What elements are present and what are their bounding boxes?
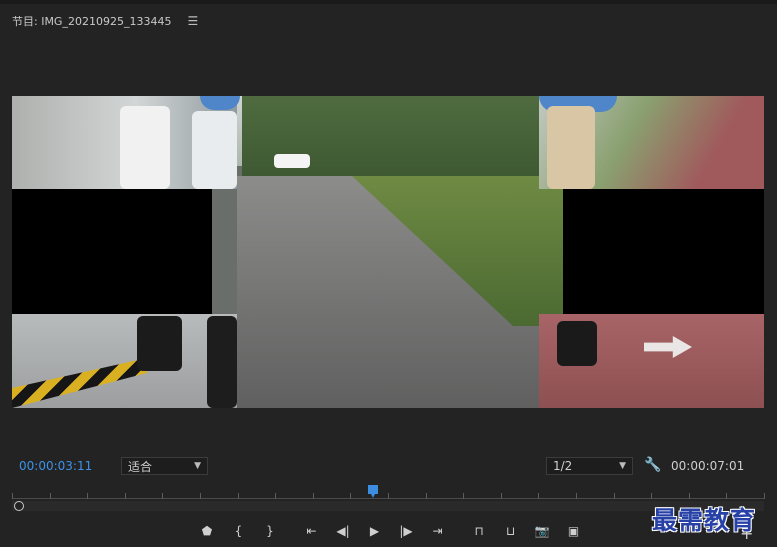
comparison-view-button[interactable]: ▣ — [562, 521, 586, 541]
panel-title[interactable]: 节目: IMG_20210925_133445 — [12, 13, 171, 29]
wrench-icon[interactable]: 🔧 — [644, 457, 661, 475]
go-to-in-button[interactable]: ⇤ — [300, 521, 324, 541]
hamburger-menu-icon[interactable]: ☰ — [187, 14, 198, 28]
playback-resolution-value: 1/2 — [553, 459, 573, 473]
ruler-tick — [124, 493, 126, 499]
ruler-tick — [613, 493, 615, 499]
ruler-tick — [49, 493, 51, 499]
ruler-tick — [538, 493, 540, 499]
scene-person — [547, 106, 595, 189]
go-to-out-button[interactable]: ⇥ — [426, 521, 450, 541]
scene-person — [120, 106, 170, 189]
mark-in-button[interactable]: { — [227, 521, 251, 541]
scene-person — [207, 316, 237, 408]
black-tile-left — [12, 189, 212, 314]
ruler-tick — [500, 493, 502, 499]
scene-car — [274, 154, 310, 168]
ruler-tick — [237, 493, 239, 499]
ruler-tick — [275, 493, 277, 499]
scene-person — [192, 111, 237, 189]
ruler-tick — [651, 493, 653, 499]
zoom-fit-dropdown[interactable]: 适合 ▼ — [121, 457, 208, 475]
ruler-tick — [726, 493, 728, 499]
black-tile-right — [563, 189, 764, 314]
ruler-tick — [576, 493, 577, 499]
extract-button[interactable]: ⊔ — [499, 521, 523, 541]
zoom-fit-value: 适合 — [128, 459, 153, 474]
ruler-tick — [162, 493, 164, 499]
ruler-tick — [388, 493, 389, 499]
playback-resolution-dropdown[interactable]: 1/2 ▼ — [546, 457, 633, 475]
scene-person — [557, 321, 597, 366]
current-timecode[interactable]: 00:00:03:11 — [19, 459, 92, 473]
ruler-tick — [312, 493, 314, 499]
step-back-button[interactable]: ◀| — [331, 521, 355, 541]
monitor-controls-row: 00:00:03:11 适合 ▼ 1/2 ▼ 🔧 00:00:07:01 — [0, 456, 777, 478]
ruler-tick — [12, 493, 13, 499]
zoom-scroll-handle[interactable] — [14, 501, 24, 511]
ruler-tick — [87, 493, 89, 499]
mark-out-button[interactable]: } — [258, 521, 282, 541]
export-frame-button[interactable]: 📷 — [530, 521, 554, 541]
watermark-logo: 最需教育 — [652, 506, 757, 535]
time-ruler[interactable] — [12, 485, 765, 499]
playhead-handle[interactable] — [367, 485, 378, 498]
play-button[interactable]: ▶ — [363, 521, 387, 541]
lift-button[interactable]: ⊓ — [467, 521, 491, 541]
panel-title-bar: 节目: IMG_20210925_133445 ☰ — [12, 12, 198, 30]
add-marker-button[interactable]: ⬟ — [195, 521, 219, 541]
ruler-tick — [350, 493, 352, 499]
program-monitor-panel: 节目: IMG_20210925_133445 ☰ 00:00:03:11 适合… — [0, 0, 777, 547]
scene-person — [137, 316, 182, 371]
chevron-down-icon: ▼ — [194, 461, 201, 471]
ruler-tick — [688, 493, 690, 499]
step-forward-button[interactable]: |▶ — [394, 521, 418, 541]
ruler-tick — [764, 493, 765, 499]
duration-timecode: 00:00:07:01 — [671, 459, 745, 473]
ruler-tick — [200, 493, 201, 499]
ruler-tick — [425, 493, 427, 499]
program-viewer[interactable] — [12, 96, 764, 408]
chevron-down-icon: ▼ — [619, 461, 626, 471]
ruler-tick — [463, 493, 465, 499]
transport-controls: ⬟ {} ⇤ ◀| ▶ |▶ ⇥ ⊓ ⊔ 📷 ▣ — [195, 520, 593, 542]
